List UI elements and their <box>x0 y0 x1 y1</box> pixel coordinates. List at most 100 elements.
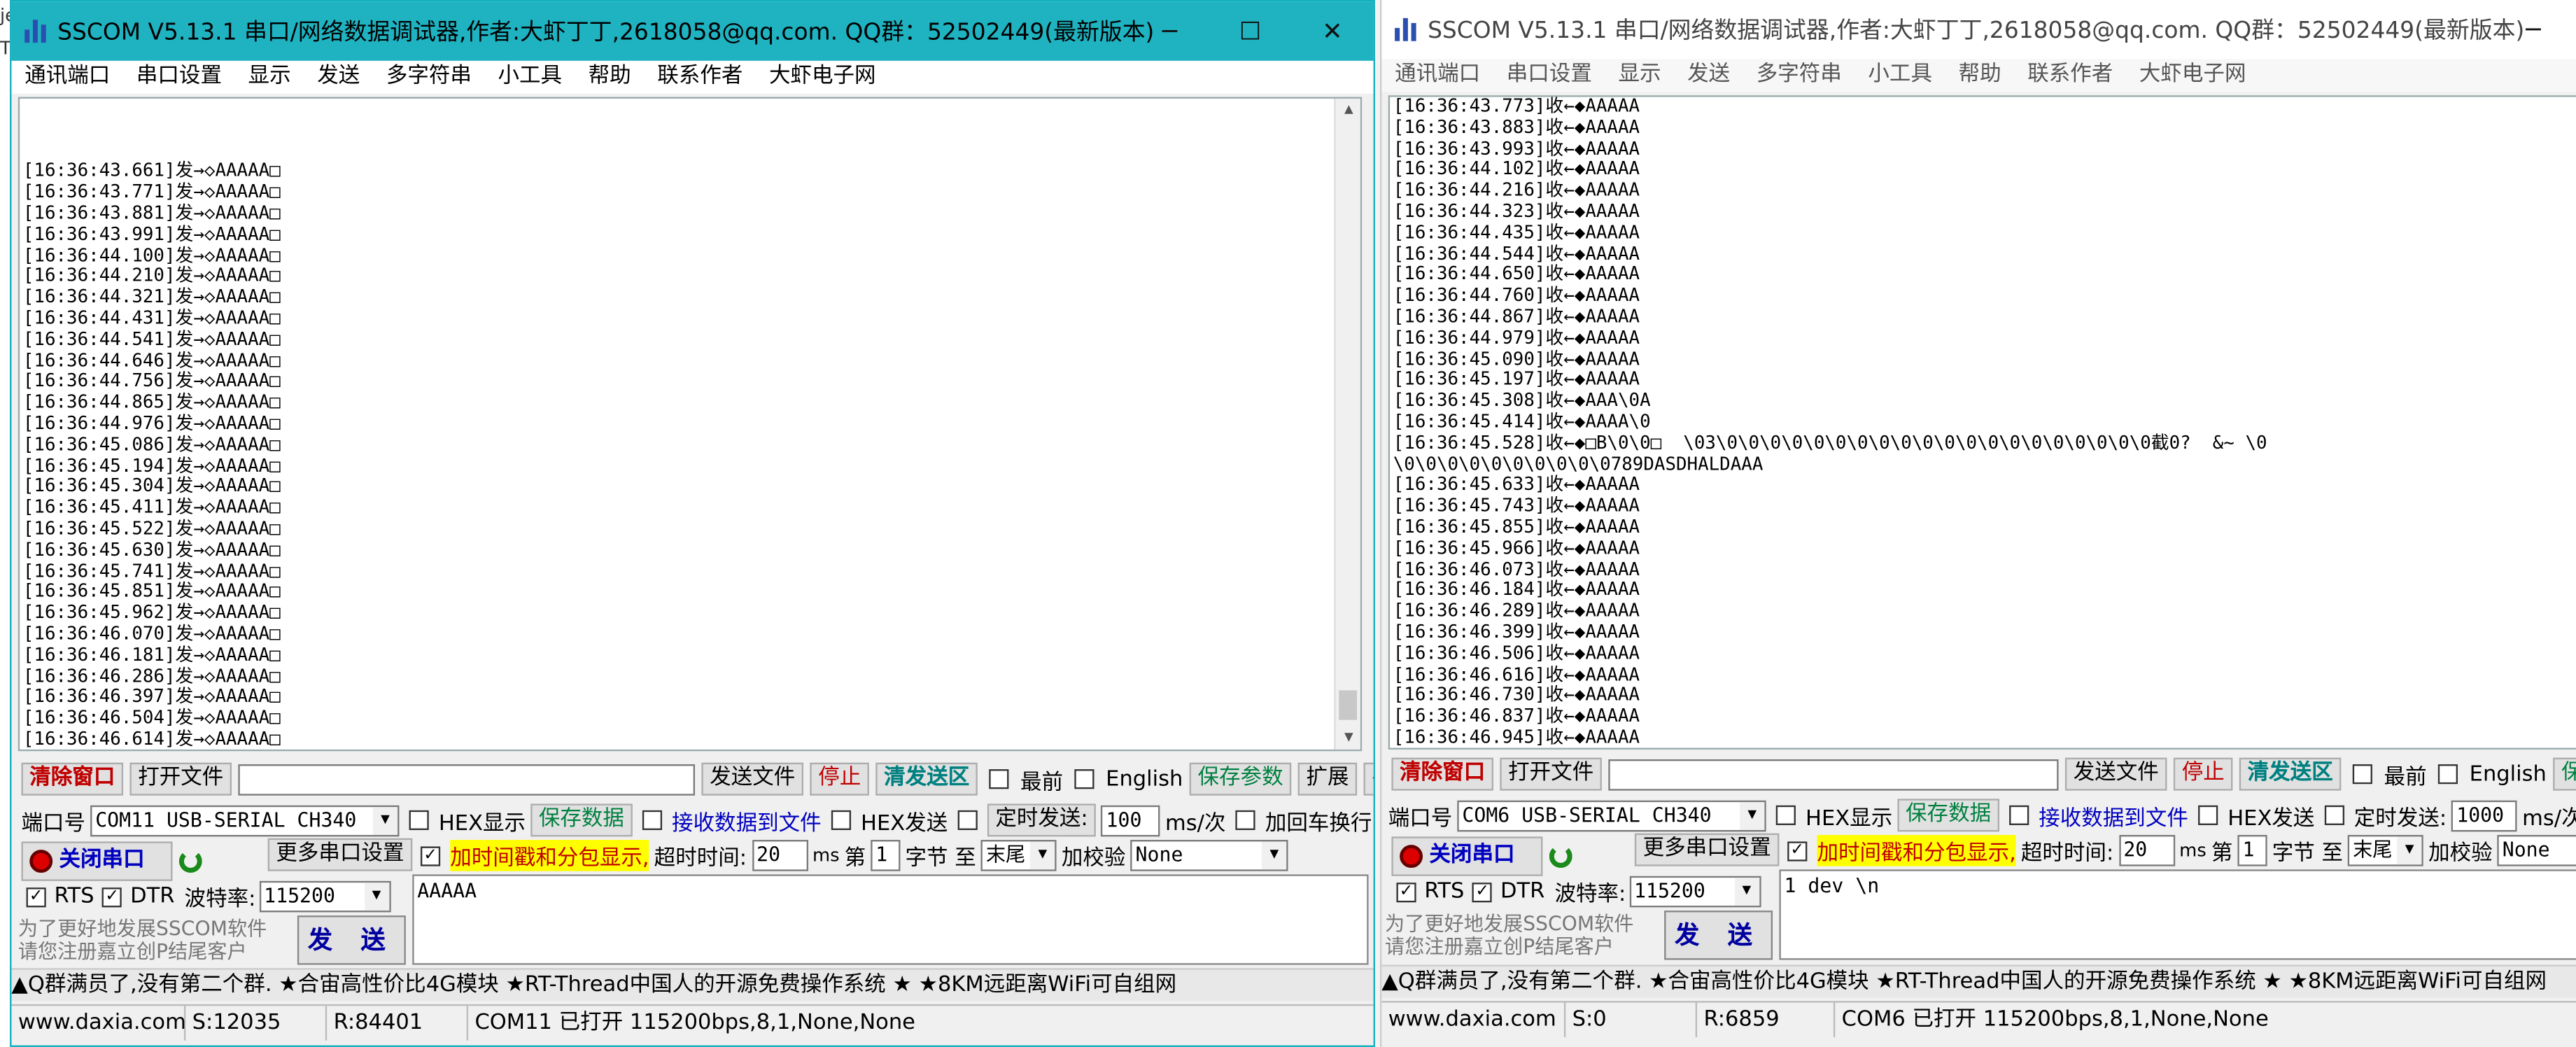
menu-daxia-site[interactable]: 大虾电子网 <box>2126 59 2259 92</box>
menu-help[interactable]: 帮助 <box>1945 59 2015 92</box>
menu-comm-port[interactable]: 通讯端口 <box>11 61 123 94</box>
scroll-up-icon[interactable]: ▲ <box>1336 99 1360 122</box>
recv-to-file-checkbox[interactable] <box>2008 805 2029 825</box>
open-file-button[interactable]: 打开文件 <box>1500 757 1602 791</box>
send-button[interactable]: 发 送 <box>297 915 406 965</box>
receive-log[interactable]: ▲ ▼ [16:36:43.661]发→◇AAAAA□ [16:36:43.771… <box>17 97 1363 752</box>
menu-contact[interactable]: 联系作者 <box>645 61 756 94</box>
hex-send-checkbox[interactable] <box>831 810 851 830</box>
port-select[interactable]: COM11 USB-SERIAL CH340 ▼ <box>90 804 400 836</box>
refresh-icon[interactable] <box>178 850 202 873</box>
rts-checkbox[interactable]: ✓ <box>26 887 46 907</box>
clear-send-area-button[interactable]: 清发送区 <box>2239 757 2342 791</box>
recv-to-file-checkbox[interactable] <box>642 810 662 830</box>
save-params-button[interactable]: 保存参数 <box>2553 757 2576 791</box>
timestamp-checkbox[interactable]: ✓ <box>1787 841 1808 861</box>
file-path-input[interactable] <box>1608 758 2059 790</box>
refresh-icon[interactable] <box>1549 845 1572 869</box>
menu-display[interactable]: 显示 <box>235 61 304 94</box>
stop-button[interactable]: 停止 <box>810 762 870 796</box>
menu-send[interactable]: 发送 <box>304 61 373 94</box>
receive-log[interactable]: [16:36:43.773]收←◆AAAAA [16:36:43.883]收←◆A… <box>1388 95 2576 750</box>
promo-text[interactable]: 为了更好地发展SSCOM软件 请您注册嘉立创P结尾客户 <box>1385 912 1633 958</box>
status-site[interactable]: www.daxia.com <box>11 1006 186 1041</box>
close-port-button[interactable]: 关闭串口 <box>1391 836 1543 876</box>
clear-window-button[interactable]: 清除窗口 <box>21 762 124 796</box>
menu-serial-settings[interactable]: 串口设置 <box>1493 59 1605 92</box>
menu-multi-string[interactable]: 多字符串 <box>373 61 485 94</box>
timed-interval-input[interactable]: 1000 <box>2451 799 2518 831</box>
close-port-button[interactable]: 关闭串口 <box>21 841 173 881</box>
timed-send-label[interactable]: 定时发送: <box>987 803 1097 837</box>
timeout-input[interactable]: 20 <box>752 840 808 871</box>
menu-daxia-site[interactable]: 大虾电子网 <box>756 61 889 94</box>
checksum-select[interactable]: None <box>2497 835 2576 866</box>
menu-comm-port[interactable]: 通讯端口 <box>1381 59 1493 92</box>
rts-checkbox[interactable]: ✓ <box>1396 881 1416 902</box>
menu-serial-settings[interactable]: 串口设置 <box>123 61 235 94</box>
baud-select[interactable]: 115200 ▼ <box>1629 876 1761 908</box>
log-line: \0\0\0\0\0\0\0\0\0\0789DASDHALDAAA <box>1393 453 1764 475</box>
clear-send-area-button[interactable]: 清发送区 <box>875 762 978 796</box>
title-bar[interactable]: SSCOM V5.13.1 串口/网络数据调试器,作者:大虾丁丁,2618058… <box>11 1 1374 61</box>
byte-start-input[interactable]: 1 <box>871 840 901 871</box>
open-file-button[interactable]: 打开文件 <box>129 762 232 796</box>
minimize-button[interactable]: ─ <box>2492 0 2574 59</box>
checksum-select[interactable]: None ▼ <box>1130 840 1288 871</box>
scroll-down-icon[interactable]: ▼ <box>1336 726 1360 750</box>
timed-interval-input[interactable]: 100 <box>1101 804 1160 836</box>
more-port-settings-button[interactable]: 更多串口设置 <box>267 838 413 871</box>
promo-text[interactable]: 为了更好地发展SSCOM软件 请您注册嘉立创P结尾客户 <box>18 917 267 963</box>
port-select[interactable]: COM6 USB-SERIAL CH340 ▼ <box>1457 799 1766 831</box>
more-port-settings-button[interactable]: 更多串口设置 <box>1634 833 1780 866</box>
file-path-input[interactable] <box>238 763 696 795</box>
menu-contact[interactable]: 联系作者 <box>2014 59 2126 92</box>
always-on-top-checkbox[interactable] <box>989 769 1009 789</box>
timed-send-checkbox[interactable] <box>957 810 978 830</box>
hex-send-checkbox[interactable] <box>2197 805 2218 825</box>
save-data-button[interactable]: 保存数据 <box>530 803 633 837</box>
close-button[interactable]: ✕ <box>1291 1 1373 61</box>
hex-display-checkbox[interactable] <box>1775 805 1796 825</box>
menu-tools[interactable]: 小工具 <box>485 61 575 94</box>
hex-display-checkbox[interactable] <box>409 810 429 830</box>
timed-send-checkbox[interactable] <box>2324 805 2344 825</box>
save-params-button[interactable]: 保存参数 <box>1189 762 1292 796</box>
maximize-button[interactable]: ☐ <box>1209 1 1291 61</box>
menu-multi-string[interactable]: 多字符串 <box>1743 59 1855 92</box>
collapse-button[interactable]: — <box>1363 762 1374 796</box>
promo-bar[interactable]: ▲Q群满员了,没有第二个群. ★合宙高性价比4G模块 ★RT-Thread中国人… <box>11 968 1374 1002</box>
byte-end-select[interactable]: 末尾 ▼ <box>2348 835 2424 866</box>
menu-tools[interactable]: 小工具 <box>1855 59 1945 92</box>
promo-bar[interactable]: ▲Q群满员了,没有第二个群. ★合宙高性价比4G模块 ★RT-Thread中国人… <box>1381 964 2576 998</box>
always-on-top-checkbox[interactable] <box>2352 764 2373 785</box>
send-file-button[interactable]: 发送文件 <box>2065 757 2167 791</box>
clear-window-button[interactable]: 清除窗口 <box>1391 757 1494 791</box>
title-bar[interactable]: SSCOM V5.13.1 串口/网络数据调试器,作者:大虾丁丁,2618058… <box>1381 0 2576 59</box>
send-button[interactable]: 发 送 <box>1664 911 1773 960</box>
timeout-input[interactable]: 20 <box>2118 835 2175 866</box>
add-crlf-checkbox[interactable] <box>1235 810 1255 830</box>
english-checkbox[interactable] <box>2438 764 2458 785</box>
expand-button[interactable]: 扩展 <box>1297 762 1358 796</box>
menu-help[interactable]: 帮助 <box>575 61 645 94</box>
dtr-checkbox[interactable]: ✓ <box>102 887 122 907</box>
english-checkbox[interactable] <box>1074 769 1095 789</box>
scroll-thumb[interactable] <box>1339 690 1358 720</box>
byte-end-select[interactable]: 末尾 ▼ <box>980 840 1057 871</box>
menu-display[interactable]: 显示 <box>1605 59 1675 92</box>
dtr-checkbox[interactable]: ✓ <box>1472 881 1493 902</box>
send-text-area[interactable]: AAAAA <box>412 874 1369 965</box>
log-line: [16:36:44.435]收←◆AAAAA <box>1393 221 1640 244</box>
menu-send[interactable]: 发送 <box>1674 59 1743 92</box>
send-text-area[interactable]: 1 dev \n <box>1779 869 2576 960</box>
baud-select[interactable]: 115200 ▼ <box>259 880 390 913</box>
save-data-button[interactable]: 保存数据 <box>1897 799 1999 832</box>
minimize-button[interactable]: ─ <box>1129 1 1211 61</box>
log-scrollbar[interactable]: ▲ ▼ <box>1334 98 1360 750</box>
send-file-button[interactable]: 发送文件 <box>701 762 804 796</box>
status-site[interactable]: www.daxia.com <box>1381 1002 1566 1037</box>
timestamp-checkbox[interactable]: ✓ <box>420 845 441 866</box>
byte-start-input[interactable]: 1 <box>2237 835 2267 866</box>
stop-button[interactable]: 停止 <box>2173 757 2233 791</box>
